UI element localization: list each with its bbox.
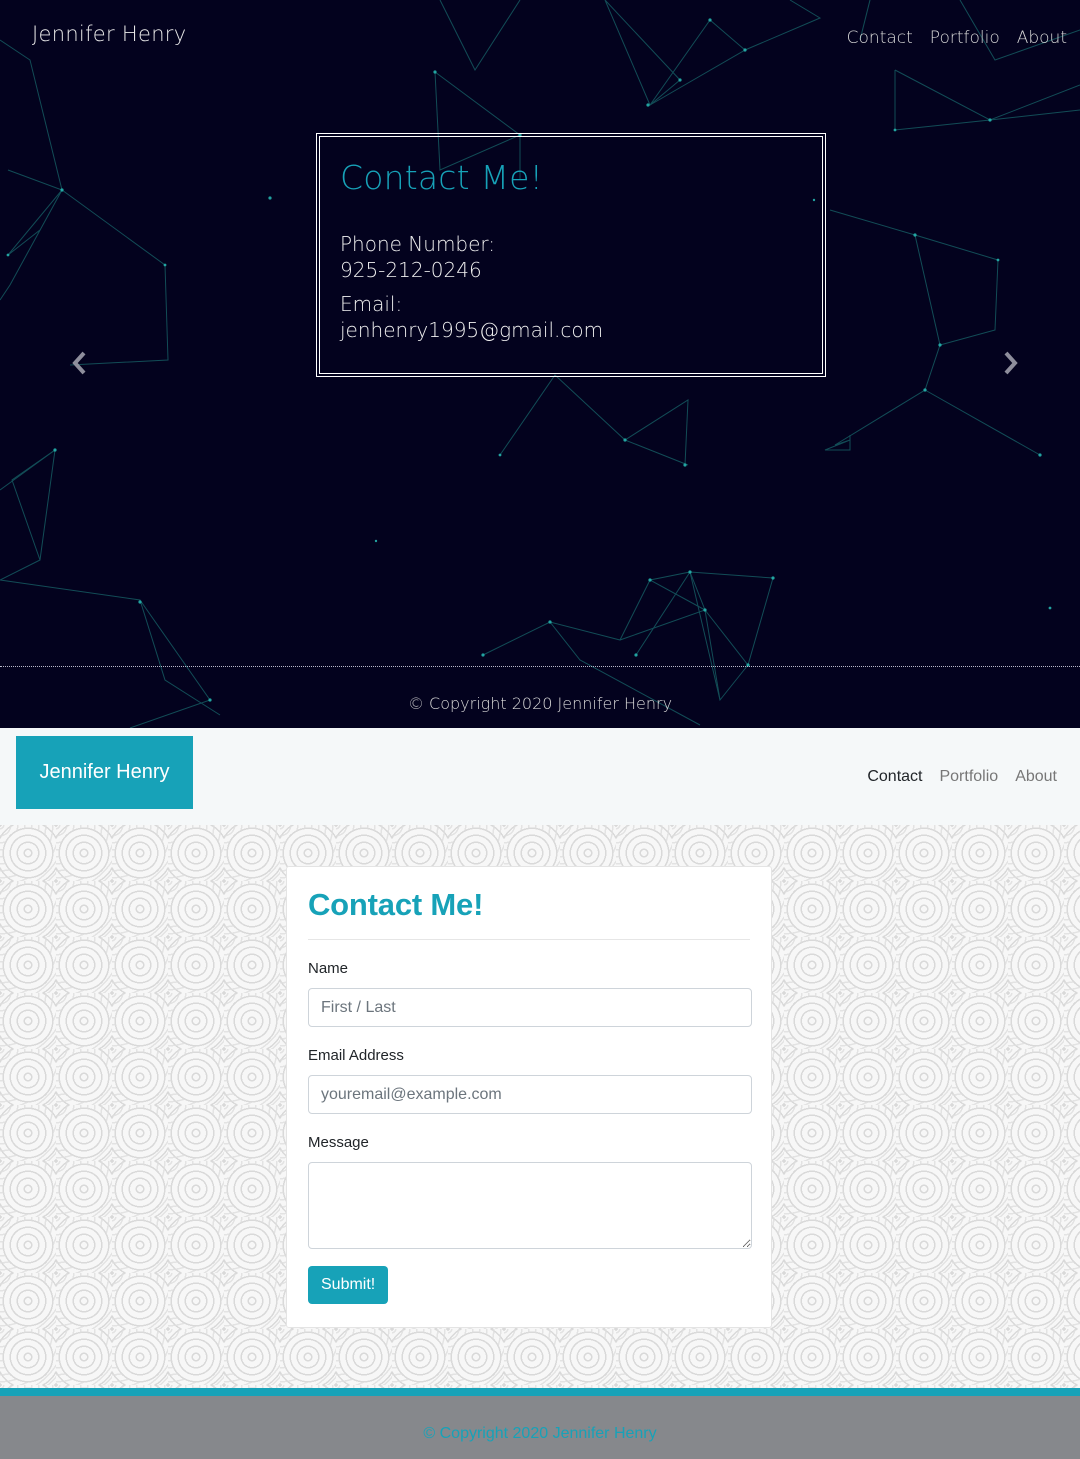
light-footer: © Copyright 2020 Jennifer Henry [0, 1396, 1080, 1459]
contact-info-card: Contact Me! Phone Number: 925-212-0246 E… [316, 133, 826, 377]
light-footer-copyright: © Copyright 2020 Jennifer Henry [423, 1425, 657, 1442]
top-nav: Contact Portfolio About [847, 28, 1067, 48]
message-label: Message [308, 1134, 369, 1151]
email-value: jenhenry1995@gmail.com [340, 318, 604, 342]
email-label: Email Address [308, 1047, 404, 1064]
nav-link-portfolio[interactable]: Portfolio [930, 28, 1000, 48]
light-nav: Contact Portfolio About [867, 768, 1057, 786]
nav-link-about[interactable]: About [1017, 28, 1067, 48]
nav-link-contact[interactable]: Contact [867, 768, 922, 786]
phone-label: Phone Number: [340, 232, 496, 256]
nav-link-contact[interactable]: Contact [847, 28, 913, 48]
nav-link-portfolio[interactable]: Portfolio [939, 768, 998, 786]
name-label: Name [308, 960, 349, 977]
nav-link-about[interactable]: About [1015, 768, 1057, 786]
email-input[interactable] [308, 1075, 752, 1114]
chevron-left-icon[interactable] [70, 350, 90, 376]
dark-footer-copyright: © Copyright 2020 Jennifer Henry [407, 694, 673, 713]
dark-contact-page: Jennifer Henry Contact Portfolio About C… [0, 0, 1080, 728]
brand-button[interactable]: Jennifer Henry [16, 736, 193, 809]
email-label: Email: [340, 292, 403, 316]
site-brand[interactable]: Jennifer Henry [32, 22, 186, 46]
name-input[interactable] [308, 988, 752, 1027]
light-navbar: Jennifer Henry Contact Portfolio About [0, 728, 1080, 825]
submit-button[interactable]: Submit! [308, 1266, 389, 1304]
message-textarea[interactable] [308, 1162, 752, 1249]
chevron-right-icon[interactable] [1000, 350, 1020, 376]
phone-value: 925-212-0246 [340, 258, 482, 282]
form-title: Contact Me! [308, 887, 750, 940]
contact-form: Contact Me! Name Email Address Message S… [286, 866, 772, 1328]
footer-accent-bar [0, 1388, 1080, 1396]
footer-divider [0, 666, 1080, 667]
card-title: Contact Me! [340, 158, 544, 197]
